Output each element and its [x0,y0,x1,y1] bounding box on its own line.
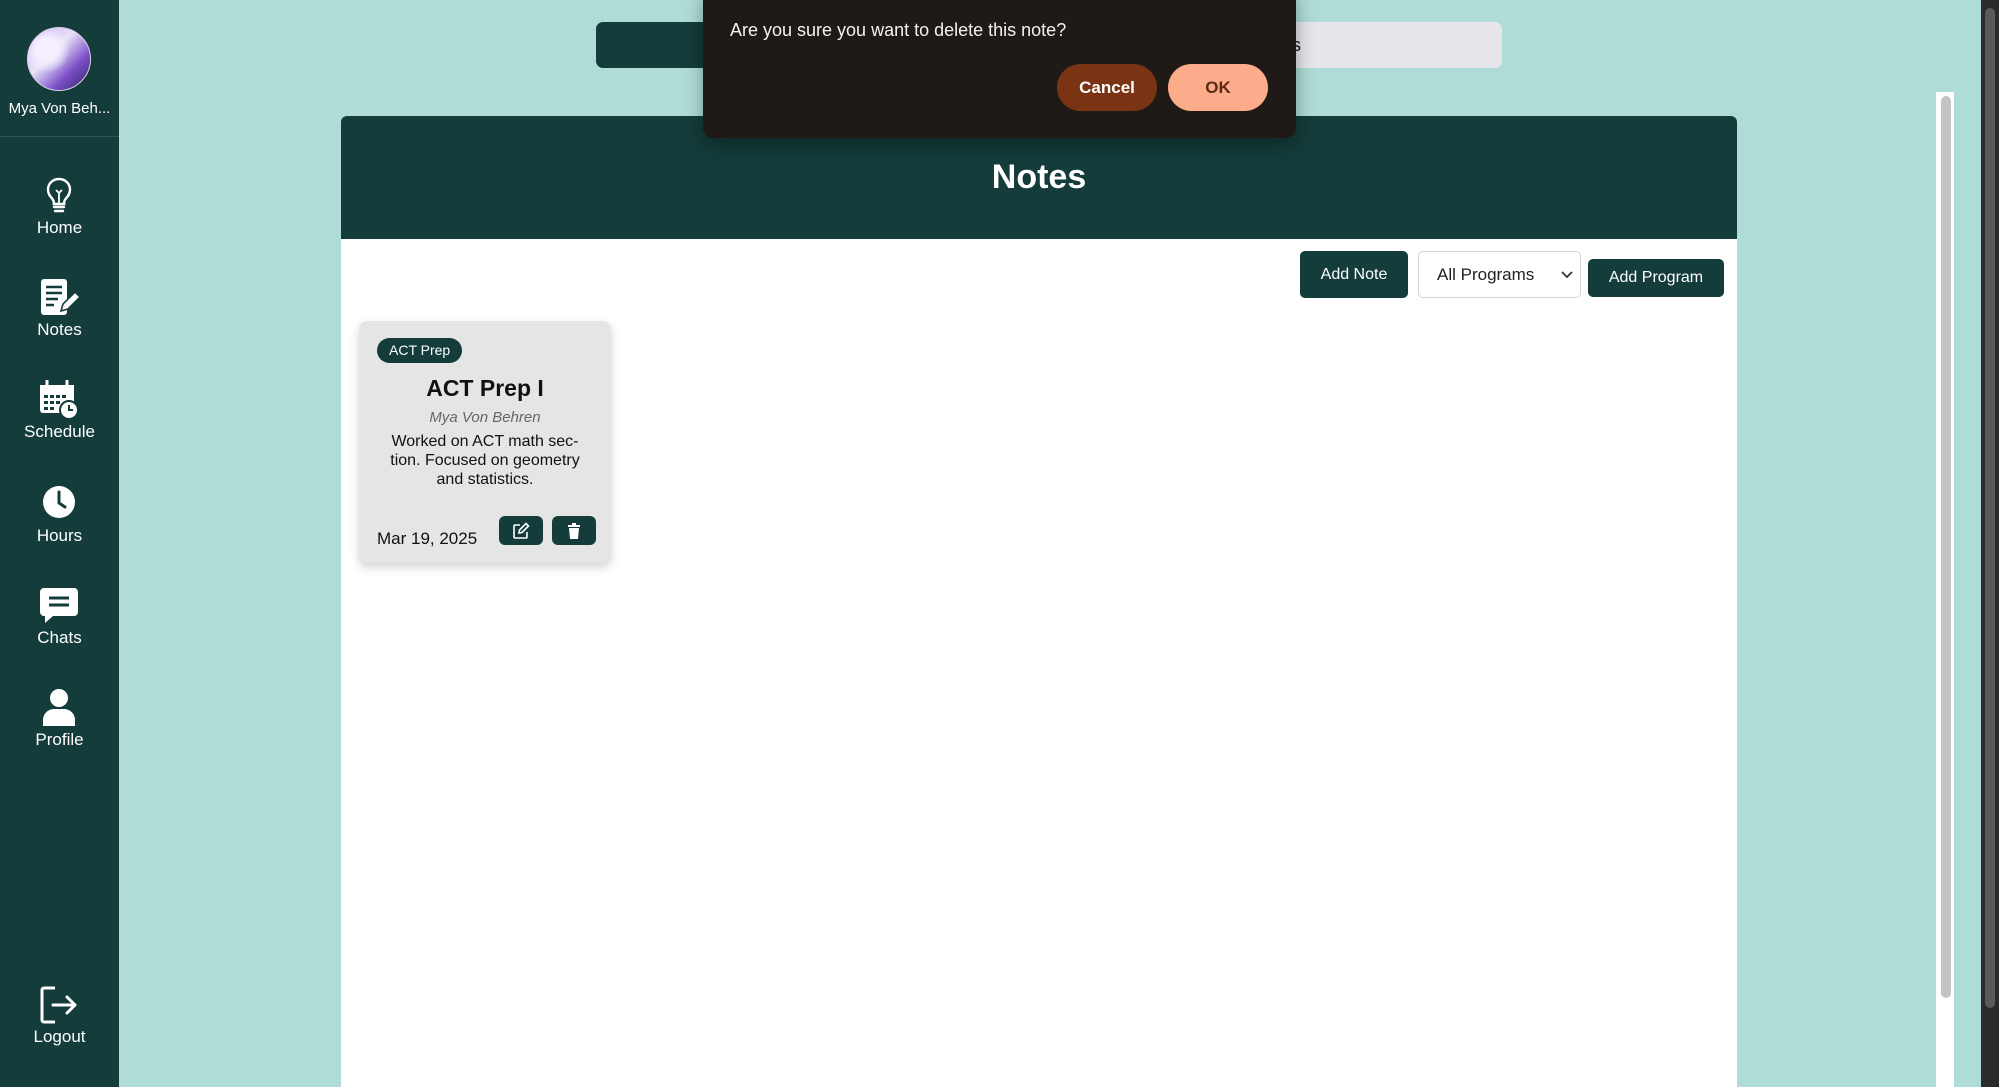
notes-panel: Notes Add Note All Programs Add Program … [341,116,1737,1087]
sidebar-item-hours[interactable]: Hours [0,484,119,564]
delete-note-button[interactable] [552,516,596,545]
confirm-delete-dialog: Are you sure you want to delete this not… [703,0,1296,138]
program-filter-select[interactable]: All Programs [1418,251,1581,298]
logout-button[interactable]: Logout [0,985,119,1065]
clock-icon [43,486,75,518]
content-scrollbar-thumb[interactable] [1941,96,1951,998]
sidebar-divider [0,136,119,137]
note-author: Mya Von Behren [429,409,541,426]
lightbulb-icon [46,177,72,213]
user-icon [43,689,75,726]
note-date: Mar 19, 2025 [377,529,478,548]
window-scrollbar-thumb[interactable] [1985,8,1995,1008]
sidebar-item-label: Profile [35,730,84,749]
add-note-button[interactable]: Add Note [1300,251,1408,298]
program-filter-value: All Programs [1437,265,1535,284]
sidebar-item-schedule[interactable]: Schedule [0,380,119,460]
cancel-button[interactable]: Cancel [1057,64,1157,111]
sidebar-item-home[interactable]: Home [0,176,119,256]
edit-icon [513,522,530,539]
chat-icon [40,588,78,623]
user-name: Mya Von Beh... [8,100,111,117]
sidebar-item-label: Chats [37,628,82,647]
sidebar-item-label: Schedule [24,422,95,441]
trash-icon [568,523,580,539]
sidebar-item-label: Notes [37,320,82,339]
edit-note-button[interactable] [499,516,543,545]
sidebar-item-label: Hours [36,526,83,545]
notes-icon [41,279,79,315]
chevron-down-icon [1561,271,1573,279]
sidebar-item-notes[interactable]: Notes [0,278,119,358]
page-title: Notes [991,158,1087,196]
sidebar: Mya Von Beh... Home Notes Schedule Hours… [0,0,119,1087]
dialog-message: Are you sure you want to delete this not… [730,20,1067,40]
note-title: ACT Prep I [426,375,544,401]
logout-icon [40,986,77,1024]
logout-label: Logout [33,1027,86,1046]
sidebar-item-chats[interactable]: Chats [0,586,119,666]
note-card[interactable]: ACT Prep ACT Prep I Mya Von Behren Worke… [359,321,611,563]
calendar-clock-icon [40,380,79,420]
ok-button[interactable]: OK [1168,64,1268,111]
note-body: Worked on ACT math sec-tion. Focused on … [390,433,580,488]
app-window: Mya Von Beh... Home Notes Schedule Hours… [0,0,1999,1087]
sidebar-item-label: Home [36,218,83,237]
sidebar-item-profile[interactable]: Profile [0,688,119,768]
add-program-button[interactable]: Add Program [1588,259,1724,297]
note-program-tag: ACT Prep [377,338,463,363]
avatar[interactable] [27,27,91,91]
